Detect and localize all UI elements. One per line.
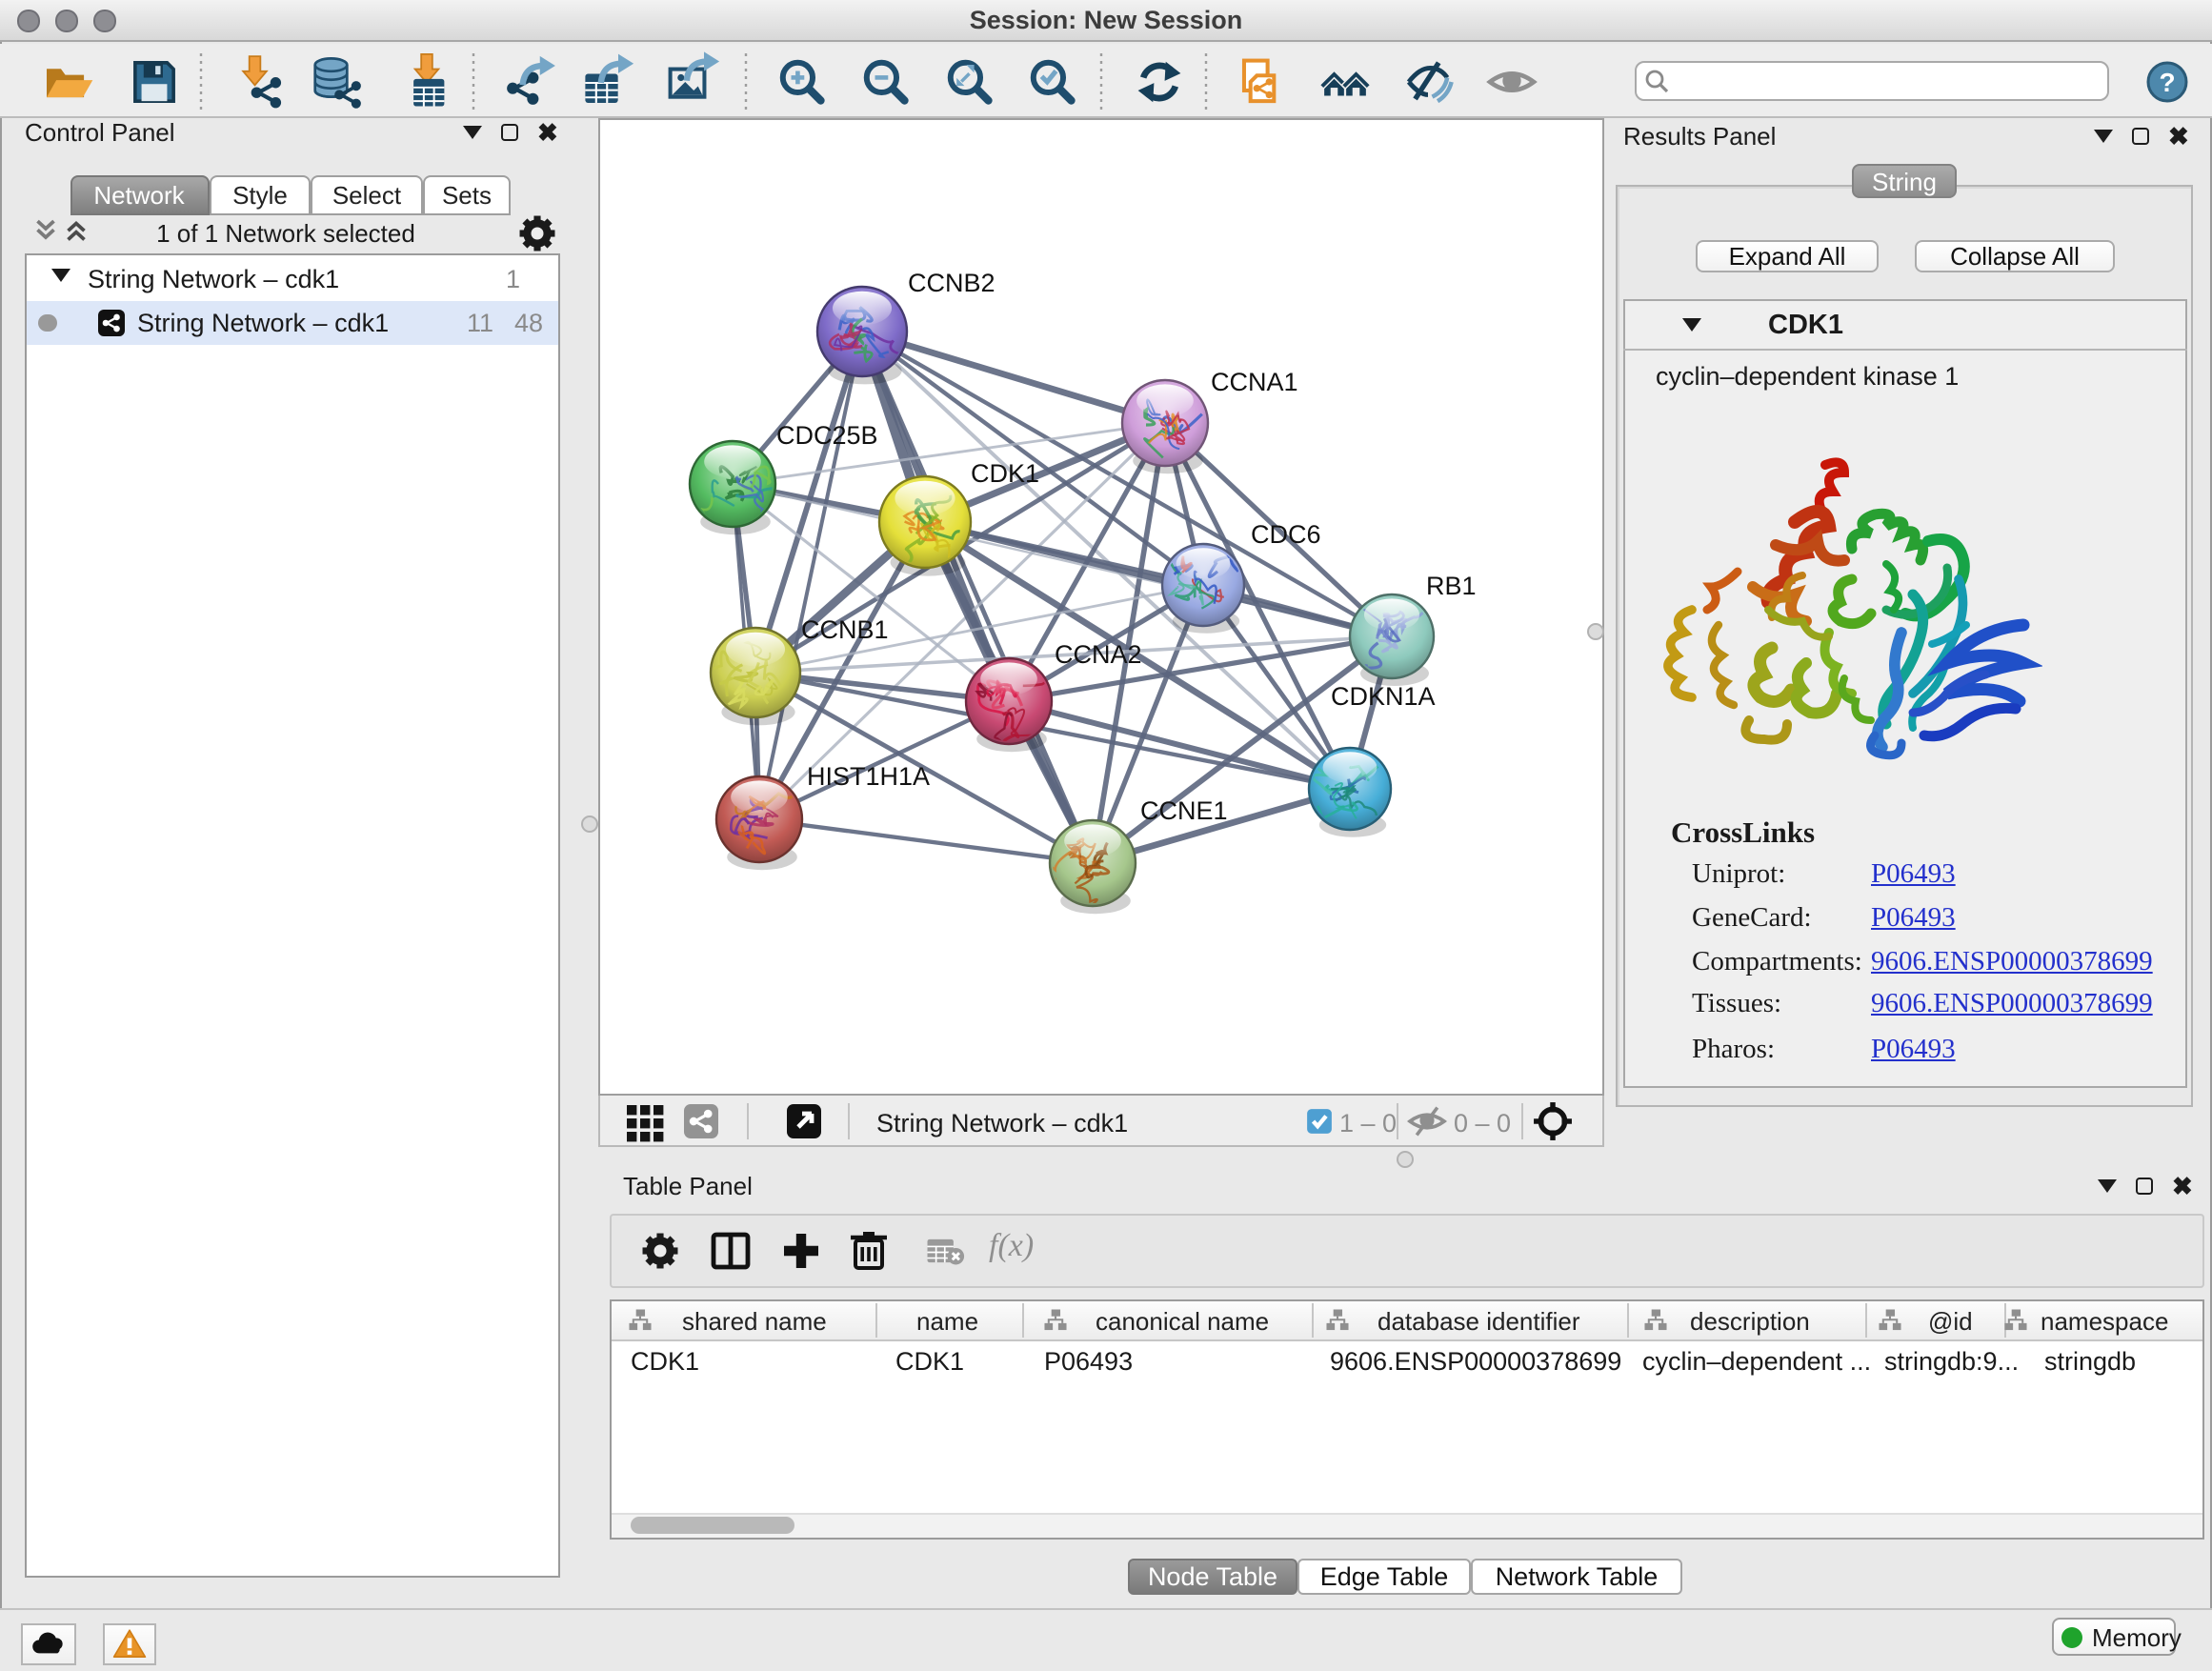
svg-text:CCNA2: CCNA2 xyxy=(1054,640,1141,669)
svg-text:CDKN1A: CDKN1A xyxy=(1330,682,1435,711)
svg-text:CCNA1: CCNA1 xyxy=(1210,368,1297,396)
svg-text:CDC6: CDC6 xyxy=(1250,520,1320,549)
svg-text:CCNE1: CCNE1 xyxy=(1139,796,1227,825)
svg-text:CCNB1: CCNB1 xyxy=(800,615,888,644)
svg-text:?: ? xyxy=(2159,67,2175,96)
svg-text:RB1: RB1 xyxy=(1425,572,1476,600)
svg-text:CDK1: CDK1 xyxy=(970,459,1038,488)
svg-text:HIST1H1A: HIST1H1A xyxy=(806,762,929,791)
svg-text:CDC25B: CDC25B xyxy=(775,421,877,450)
svg-text:CCNB2: CCNB2 xyxy=(907,269,995,297)
